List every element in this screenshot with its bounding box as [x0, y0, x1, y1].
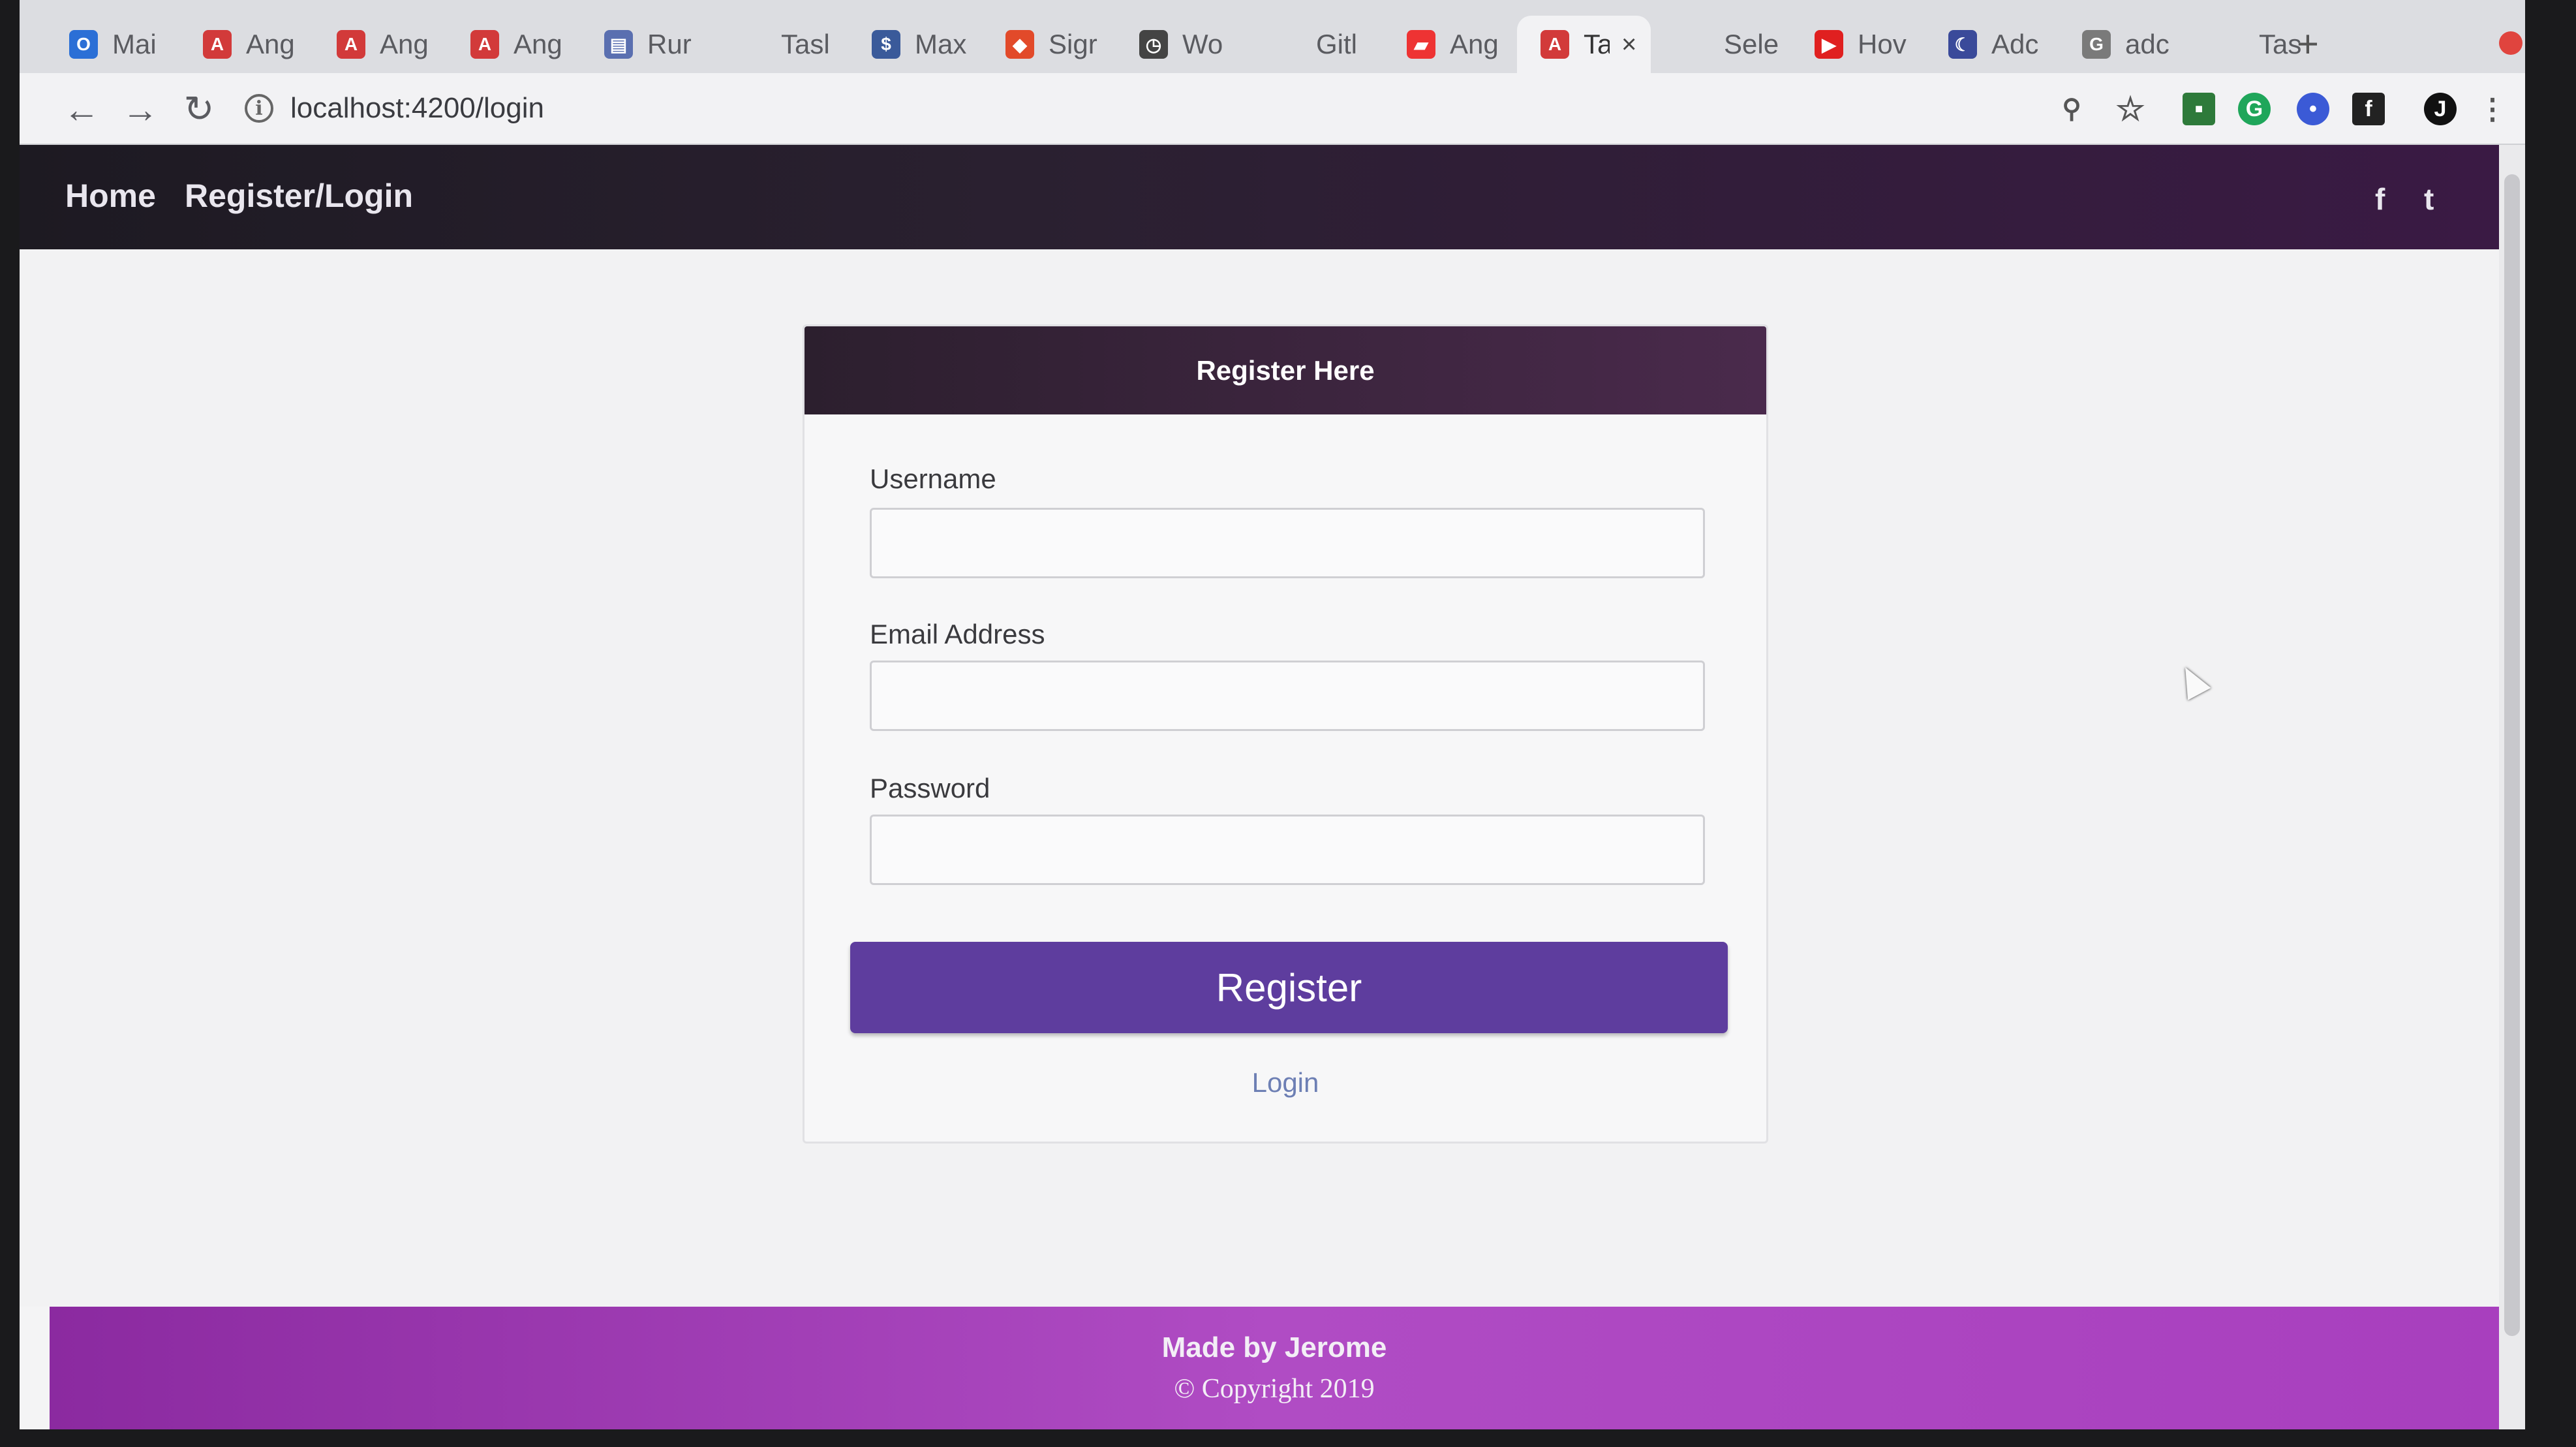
browser-tab[interactable]: ▤ Rur [581, 16, 718, 73]
browser-tab[interactable]: ☾ Adc [1925, 16, 2062, 73]
tab-strip: O Mai A Ang A Ang A Ang ▤ Rur Tasl $ Max ◆ Sigr ◷ Wo Gitl… [20, 0, 2525, 73]
browser-tab[interactable]: Tasl [714, 16, 851, 73]
tab-favicon-icon: O [69, 30, 98, 59]
register-button[interactable]: Register [850, 942, 1728, 1033]
tab-title: Ang [246, 29, 295, 59]
tab-favicon-icon [1273, 30, 1302, 59]
page-footer: Made by Jerome © Copyright 2019 [50, 1307, 2499, 1429]
browser-tab[interactable]: ▶ Hov [1791, 16, 1928, 73]
browser-tab[interactable]: $ Max [848, 16, 985, 73]
tab-favicon-icon: ▶ [1815, 30, 1843, 59]
tab-favicon-icon [2216, 30, 2245, 59]
tab-title: Hov [1858, 29, 1907, 59]
browser-toolbar: ← → ↻ i localhost:4200/login ⚲ ☆ ■ G • f… [20, 73, 2525, 145]
new-tab-button[interactable]: + [2297, 22, 2319, 66]
tab-favicon-icon: ▤ [604, 30, 633, 59]
extension-facebook-icon[interactable]: f [2352, 93, 2385, 125]
tab-favicon-icon: ◷ [1139, 30, 1168, 59]
tab-title: Ta [1584, 29, 1610, 59]
tab-favicon-icon: A [337, 30, 365, 59]
tab-title: adc [2125, 29, 2170, 59]
password-label: Password [870, 773, 990, 803]
tab-close-icon[interactable]: × [1621, 30, 1636, 59]
tab-title: Tasl [781, 29, 830, 59]
address-bar[interactable]: localhost:4200/login [290, 89, 544, 128]
tab-title: Rur [647, 29, 692, 59]
email-input[interactable] [870, 661, 1705, 731]
site-info-icon[interactable]: i [245, 94, 273, 123]
tab-favicon-icon: ▰ [1407, 30, 1435, 59]
tab-favicon-icon: G [2082, 30, 2111, 59]
back-arrow-icon[interactable]: ← [59, 86, 104, 132]
footer-made-by: Made by Jerome [1161, 1331, 1387, 1363]
browser-window: O Mai A Ang A Ang A Ang ▤ Rur Tasl $ Max ◆ Sigr ◷ Wo Gitl… [20, 0, 2525, 1429]
tab-favicon-icon: ◆ [1005, 30, 1034, 59]
footer-copyright: © Copyright 2019 [1174, 1374, 1375, 1404]
twitter-icon[interactable]: t [2424, 181, 2434, 217]
tab-favicon-icon: ☾ [1948, 30, 1977, 59]
login-link[interactable]: Login [805, 1067, 1766, 1098]
tab-favicon-icon: A [203, 30, 232, 59]
nav-home-link[interactable]: Home [65, 175, 156, 217]
tab-favicon-icon [738, 30, 767, 59]
key-icon[interactable]: ⚲ [2055, 93, 2088, 125]
browser-tab[interactable]: A Ang [447, 16, 584, 73]
extension-green-icon[interactable]: ■ [2183, 93, 2215, 125]
browser-menu-icon[interactable]: ⋮ [2476, 93, 2509, 125]
email-label: Email Address [870, 619, 1045, 649]
page-scrollbar[interactable] [2499, 145, 2525, 1429]
tab-title: Sigr [1049, 29, 1097, 59]
tab-title: Gitl [1316, 29, 1357, 59]
tab-title: Mai [112, 29, 157, 59]
card-header: Register Here [805, 326, 1766, 414]
main-content: Register Here Username Email Address Pas… [20, 249, 2499, 1307]
tab-favicon-icon: $ [872, 30, 900, 59]
browser-tab[interactable]: O Mai [46, 16, 183, 73]
window-close-icon[interactable] [2499, 31, 2522, 55]
browser-tab[interactable]: Gadc [2059, 16, 2196, 73]
browser-tab[interactable]: Gitl [1250, 16, 1387, 73]
tab-title: Ang [1450, 29, 1499, 59]
password-input[interactable] [870, 815, 1705, 885]
register-card: Register Here Username Email Address Pas… [803, 324, 1768, 1144]
nav-register-login-link[interactable]: Register/Login [185, 175, 413, 217]
tab-title: Ang [380, 29, 429, 59]
browser-tab[interactable]: A Ang [313, 16, 450, 73]
browser-tab[interactable]: ◆ Sigr [982, 16, 1119, 73]
tab-favicon-icon [1681, 30, 1710, 59]
extension-blue-icon[interactable]: • [2297, 93, 2329, 125]
grammarly-icon[interactable]: G [2238, 93, 2271, 125]
forward-arrow-icon[interactable]: → [117, 86, 163, 132]
browser-tab[interactable]: ◷ Wo [1116, 16, 1253, 73]
tab-title: Sele [1724, 29, 1779, 59]
facebook-icon[interactable]: f [2375, 181, 2385, 217]
tab-title: Ang [514, 29, 562, 59]
scrollbar-thumb[interactable] [2504, 174, 2520, 1336]
reload-icon[interactable]: ↻ [176, 86, 222, 132]
bookmark-star-icon[interactable]: ☆ [2114, 91, 2147, 127]
browser-tab[interactable]: Sele [1657, 16, 1794, 73]
tab-favicon-icon: A [1541, 30, 1569, 59]
profile-avatar-icon[interactable]: J [2424, 93, 2457, 125]
tab-title: Adc [1991, 29, 2039, 59]
tab-favicon-icon: A [470, 30, 499, 59]
app-navbar: Home Register/Login f t [20, 145, 2499, 249]
tab-title: Max [915, 29, 967, 59]
browser-tab[interactable]: A Ta × [1517, 16, 1651, 73]
username-input[interactable] [870, 508, 1705, 578]
browser-tab[interactable]: A Ang [179, 16, 316, 73]
tab-title: Wo [1182, 29, 1223, 59]
username-label: Username [870, 463, 996, 494]
browser-tab[interactable]: ▰ Ang [1383, 16, 1520, 73]
